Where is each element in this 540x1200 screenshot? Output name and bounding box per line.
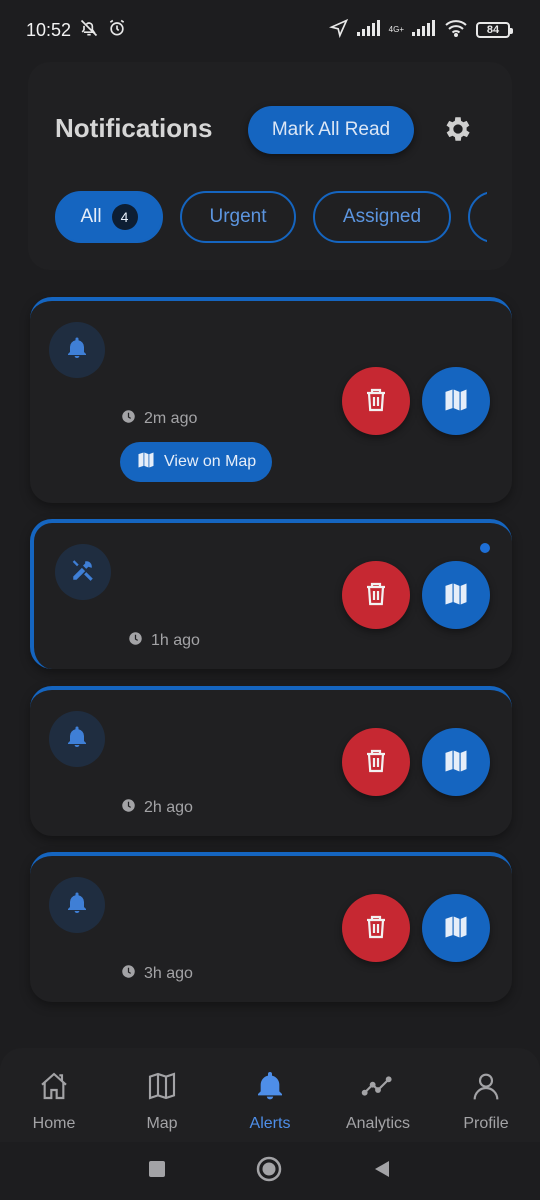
time-label: 3h ago — [144, 965, 193, 982]
notification-card[interactable]: 2m ago View on Map — [30, 297, 512, 503]
view-on-map-button[interactable]: View on Map — [120, 442, 273, 482]
chip-count-badge: 4 — [111, 204, 138, 230]
view-on-map-label: View on Map — [164, 453, 257, 470]
nav-item-home[interactable]: Home — [4, 1070, 104, 1133]
notification-type-icon — [49, 711, 105, 767]
map-icon — [442, 580, 470, 611]
clock-icon — [121, 798, 136, 818]
map-icon — [442, 386, 470, 417]
clock-icon — [121, 409, 136, 429]
show-on-map-button[interactable] — [422, 367, 490, 435]
mark-all-read-button[interactable]: Mark All Read — [248, 106, 414, 154]
home-icon — [37, 1070, 71, 1107]
chip-label: Urgent — [209, 206, 267, 227]
location-arrow-icon — [328, 18, 349, 43]
home-button[interactable] — [256, 1156, 282, 1187]
bottom-nav: Home Map Alerts Analytics Profile — [0, 1048, 540, 1142]
trash-icon — [364, 914, 388, 943]
notification-type-icon — [49, 322, 105, 378]
page-title: Notifications — [55, 113, 213, 143]
notification-time: 2h ago — [121, 798, 193, 818]
trash-icon — [364, 581, 388, 610]
nav-label: Profile — [463, 1115, 509, 1132]
clock-icon — [128, 631, 143, 651]
nav-label: Map — [146, 1115, 178, 1132]
notification-card[interactable]: 2h ago — [30, 686, 512, 836]
settings-button[interactable] — [438, 111, 478, 151]
delete-button[interactable] — [342, 728, 410, 796]
tools-icon — [70, 557, 96, 588]
delete-button[interactable] — [342, 367, 410, 435]
unread-indicator — [480, 543, 490, 553]
profile-icon — [469, 1070, 503, 1107]
nav-item-alerts[interactable]: Alerts — [220, 1070, 320, 1133]
show-on-map-button[interactable] — [422, 728, 490, 796]
delete-button[interactable] — [342, 561, 410, 629]
nav-label: Home — [32, 1115, 76, 1132]
chip-label: All — [80, 206, 102, 227]
time-label: 2h ago — [144, 799, 193, 816]
time-label: 1h ago — [151, 632, 200, 649]
map-icon — [136, 450, 156, 475]
recents-button[interactable] — [148, 1160, 166, 1183]
trash-icon — [364, 748, 388, 777]
notification-card[interactable]: 3h ago — [30, 852, 512, 1002]
filter-chip-assigned[interactable]: Assigned — [313, 191, 451, 243]
network-type: 4G+ — [388, 25, 404, 34]
gear-icon — [442, 113, 474, 150]
map-icon — [442, 913, 470, 944]
trash-icon — [364, 387, 388, 416]
notification-type-icon — [55, 544, 111, 600]
system-nav-bar — [0, 1142, 540, 1200]
bell-icon — [65, 891, 89, 920]
notification-time: 3h ago — [121, 964, 193, 984]
nav-label: Alerts — [249, 1115, 291, 1132]
signal-icon-2 — [412, 19, 436, 41]
nav-item-analytics[interactable]: Analytics — [328, 1070, 428, 1133]
bell-off-icon — [79, 18, 99, 43]
map-icon — [145, 1070, 179, 1107]
delete-button[interactable] — [342, 894, 410, 962]
notification-time: 1h ago — [128, 631, 200, 651]
chip-label: Assigned — [342, 206, 422, 227]
status-right: 4G+ 84 — [328, 18, 513, 43]
notification-time: 2m ago — [121, 409, 197, 429]
filter-chip-urgent[interactable]: Urgent — [180, 191, 296, 243]
show-on-map-button[interactable] — [422, 561, 490, 629]
nav-item-profile[interactable]: Profile — [436, 1070, 536, 1133]
status-left: 10:52 — [26, 18, 127, 43]
filter-chips: All 4 Urgent Assigned — [55, 191, 487, 243]
analytics-icon — [361, 1070, 395, 1107]
filter-chip-all[interactable]: All 4 — [55, 191, 163, 243]
nav-label: Analytics — [345, 1115, 411, 1132]
status-bar: 10:52 4G+ 84 — [0, 0, 540, 60]
time-label: 2m ago — [144, 410, 198, 427]
notification-type-icon — [49, 877, 105, 933]
battery-indicator: 84 — [476, 22, 513, 38]
bell-icon — [253, 1070, 287, 1107]
clock-icon — [121, 964, 136, 984]
nav-item-map[interactable]: Map — [112, 1070, 212, 1133]
notification-card-selected[interactable]: 1h ago — [30, 519, 512, 669]
alarm-icon — [107, 18, 127, 43]
bell-icon — [65, 336, 89, 365]
bell-icon — [65, 725, 89, 754]
signal-icon — [356, 19, 381, 41]
wifi-icon — [444, 19, 468, 42]
show-on-map-button[interactable] — [422, 894, 490, 962]
filter-chip-more[interactable] — [468, 191, 487, 243]
map-icon — [442, 747, 470, 778]
status-time: 10:52 — [26, 19, 72, 40]
back-button[interactable] — [372, 1159, 392, 1184]
